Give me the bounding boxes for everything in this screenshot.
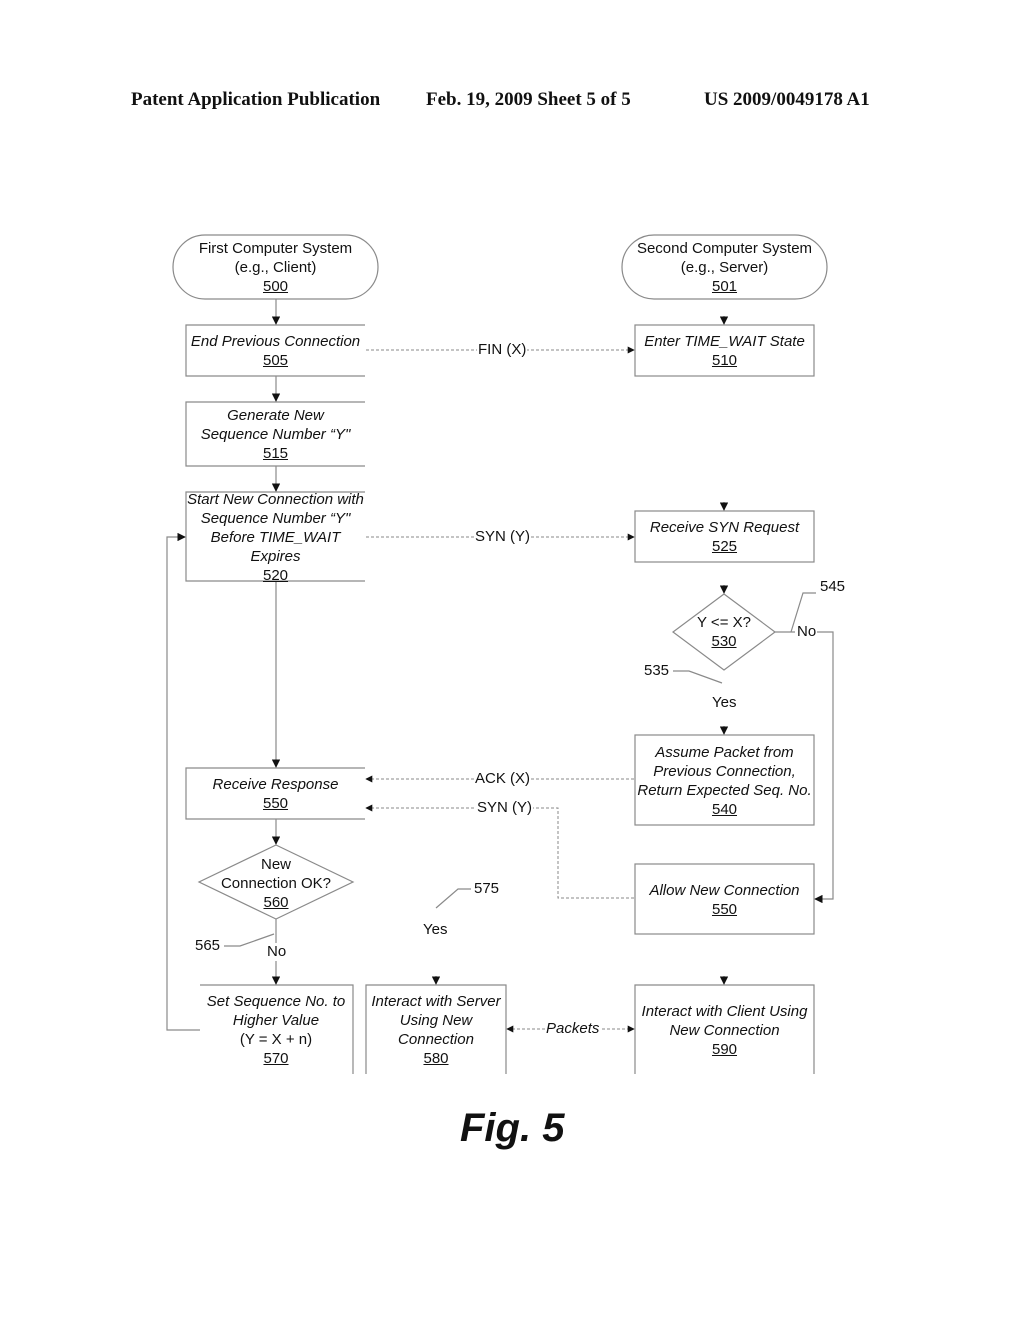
step-end-previous-connection: End Previous Connection 505 bbox=[186, 326, 365, 376]
node-520-line-3: Before TIME_WAIT Expires bbox=[210, 528, 341, 565]
label-packets: Packets bbox=[545, 1020, 601, 1037]
step-assume-previous-packet: Assume Packet from Previous Connection, … bbox=[635, 736, 814, 825]
node-515-line-1: Generate New bbox=[227, 407, 324, 424]
ref-575: 575 bbox=[474, 880, 500, 897]
node-560-number: 560 bbox=[263, 893, 289, 911]
ref-535: 535 bbox=[644, 662, 670, 679]
label-syn-request: SYN (Y) bbox=[474, 528, 532, 545]
node-501-line-2: (e.g., Server) bbox=[680, 258, 769, 276]
node-510-line-1: Enter TIME_WAIT State bbox=[644, 333, 805, 350]
node-540-line-3: Return Expected Seq. No. bbox=[637, 781, 812, 799]
step-interact-with-server: Interact with Server Using New Connectio… bbox=[366, 990, 506, 1070]
node-505-line-1: End Previous Connection bbox=[190, 333, 361, 350]
node-550a-number: 550 bbox=[262, 795, 289, 812]
node-590-line-2: New Connection bbox=[669, 1021, 780, 1039]
label-560-no: No bbox=[266, 943, 288, 960]
node-501-number: 501 bbox=[711, 277, 738, 295]
node-525-line-1: Receive SYN Request bbox=[649, 519, 800, 536]
step-receive-response: Receive Response 550 bbox=[186, 769, 365, 819]
node-580-number: 580 bbox=[423, 1050, 449, 1067]
node-530-line-1: Y <= X? bbox=[697, 614, 751, 631]
node-515-number: 515 bbox=[262, 445, 289, 462]
node-520-line-2: Sequence Number “Y" bbox=[200, 509, 351, 527]
label-530-no: No bbox=[796, 623, 818, 640]
node-525-number: 525 bbox=[711, 538, 738, 555]
node-505-number: 505 bbox=[262, 352, 289, 369]
decision-y-le-x: Y <= X? 530 bbox=[674, 612, 774, 652]
node-530-number: 530 bbox=[711, 633, 737, 650]
node-570-line-2: Higher Value bbox=[232, 1012, 320, 1029]
node-540-line-2: Previous Connection, bbox=[653, 762, 796, 780]
node-515-line-2: Sequence Number “Y" bbox=[200, 426, 351, 443]
node-580-line-1: Interact with Server bbox=[371, 993, 501, 1010]
node-500-line-2: (e.g., Client) bbox=[234, 258, 317, 276]
node-580-line-2: Using New bbox=[399, 1012, 473, 1029]
node-520-line-1: Start New Connection with bbox=[187, 490, 364, 508]
terminal-first-computer-system: First Computer System (e.g., Client) 500 bbox=[173, 236, 378, 298]
label-560-yes: Yes bbox=[422, 921, 449, 938]
terminal-second-computer-system: Second Computer System (e.g., Server) 50… bbox=[622, 236, 827, 298]
step-interact-with-client: Interact with Client Using New Connectio… bbox=[635, 998, 814, 1062]
node-500-line-1: First Computer System bbox=[198, 239, 353, 257]
node-590-number: 590 bbox=[711, 1040, 738, 1058]
ref-545: 545 bbox=[820, 578, 846, 595]
ref-565: 565 bbox=[195, 937, 221, 954]
node-590-line-1: Interact with Client Using bbox=[641, 1002, 808, 1020]
node-550b-line-1: Allow New Connection bbox=[649, 881, 800, 899]
node-501-line-1: Second Computer System bbox=[636, 239, 813, 257]
node-560-line-2: Connection OK? bbox=[220, 874, 332, 892]
step-receive-syn-request: Receive SYN Request 525 bbox=[635, 512, 814, 562]
leader-535 bbox=[673, 670, 723, 684]
leader-575 bbox=[435, 888, 471, 909]
node-570-line-3: (Y = X + n) bbox=[239, 1031, 313, 1048]
node-540-line-1: Assume Packet from bbox=[655, 743, 794, 761]
label-fin: FIN (X) bbox=[477, 341, 528, 358]
node-500-number: 500 bbox=[262, 277, 289, 295]
step-generate-sequence-number: Generate New Sequence Number “Y" 515 bbox=[186, 403, 365, 466]
msg-syn-response bbox=[365, 804, 634, 899]
step-allow-new-connection: Allow New Connection 550 bbox=[635, 865, 814, 934]
node-570-line-1: Set Sequence No. to bbox=[206, 993, 346, 1010]
node-580-line-3: Connection bbox=[398, 1031, 474, 1048]
decision-new-connection-ok: New Connection OK? 560 bbox=[206, 855, 346, 911]
node-510-number: 510 bbox=[711, 352, 738, 369]
step-start-new-connection: Start New Connection with Sequence Numbe… bbox=[186, 490, 365, 584]
step-enter-time-wait: Enter TIME_WAIT State 510 bbox=[635, 326, 814, 376]
node-560-line-1: New bbox=[260, 855, 291, 873]
figure-label: Fig. 5 bbox=[460, 1106, 565, 1150]
label-ack: ACK (X) bbox=[474, 770, 532, 787]
node-540-number: 540 bbox=[711, 800, 738, 818]
label-syn-response: SYN (Y) bbox=[476, 799, 534, 816]
edge-530-no-b bbox=[814, 631, 834, 904]
step-set-higher-sequence: Set Sequence No. to Higher Value (Y = X … bbox=[196, 990, 356, 1070]
node-570-number: 570 bbox=[263, 1050, 289, 1067]
node-550b-number: 550 bbox=[711, 900, 738, 918]
node-550a-line-1: Receive Response bbox=[212, 776, 339, 793]
label-530-yes: Yes bbox=[711, 694, 738, 711]
node-520-number: 520 bbox=[262, 566, 289, 584]
